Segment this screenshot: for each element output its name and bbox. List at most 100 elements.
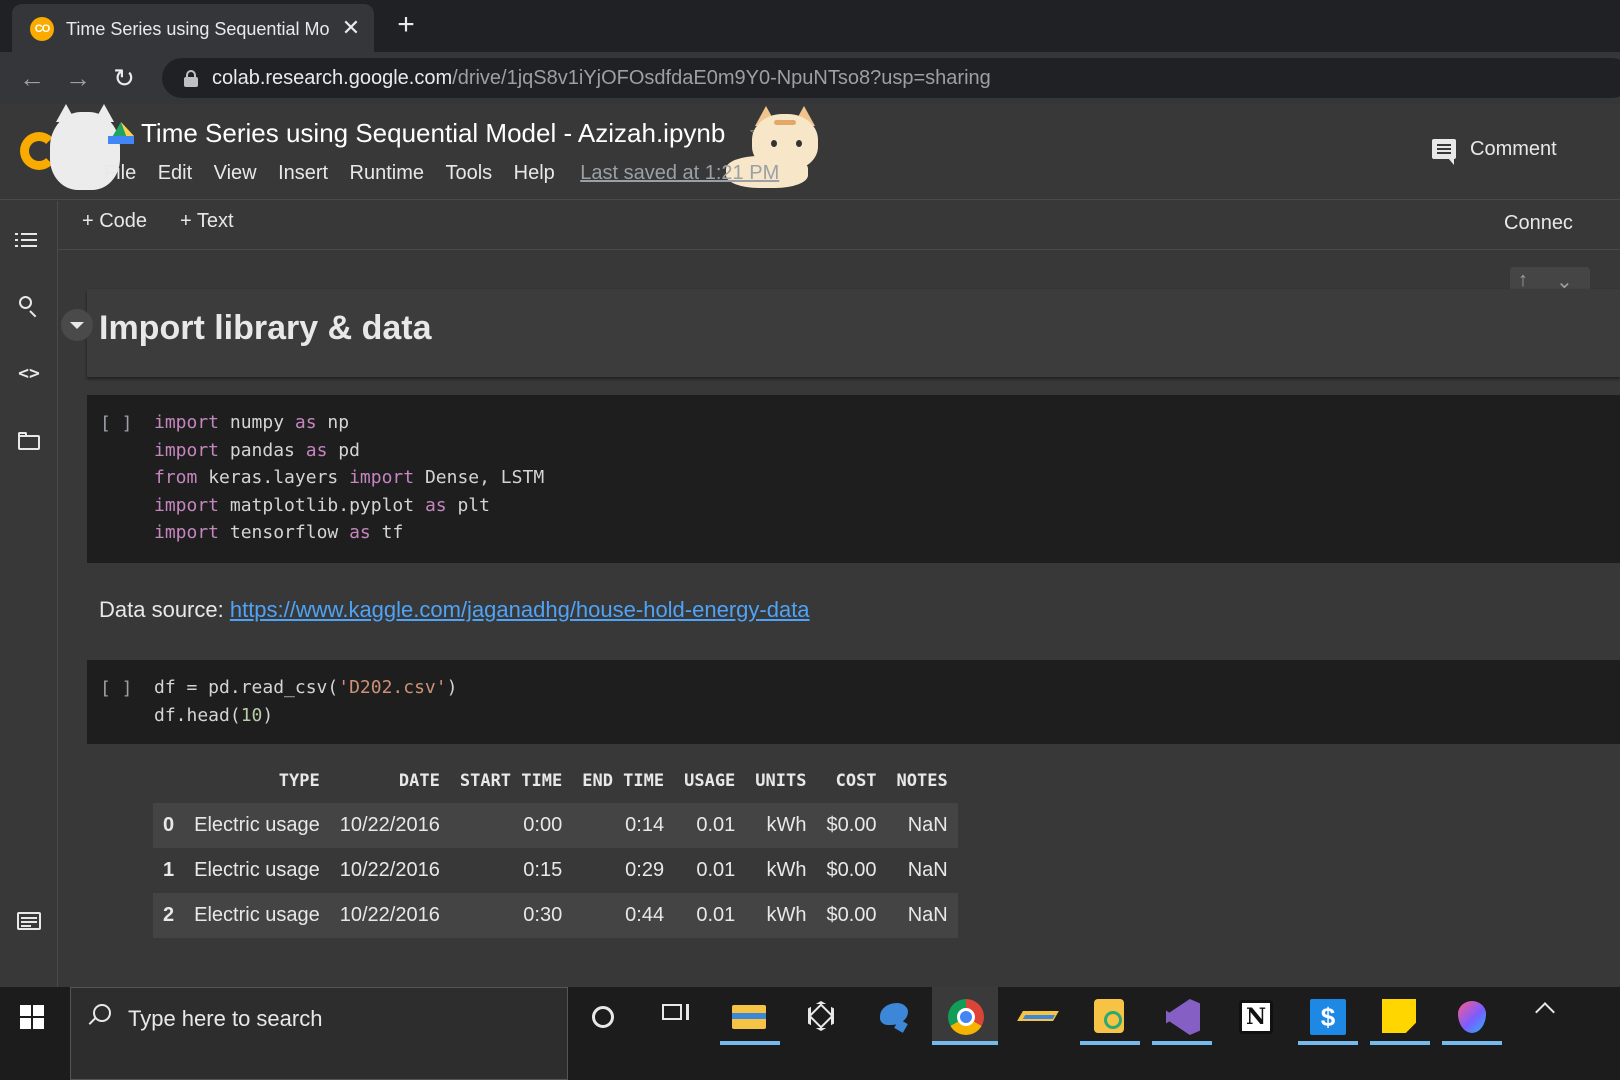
windows-start-icon[interactable] — [20, 1005, 44, 1029]
database-tool-icon[interactable] — [1090, 997, 1130, 1037]
table-row: 0 Electric usage 10/22/2016 0:00 0:14 0.… — [153, 803, 958, 848]
table-cell: $0.00 — [826, 859, 877, 881]
menu-view[interactable]: View — [214, 162, 257, 185]
colab-header: Time Series using Sequential Model - Azi… — [0, 104, 1620, 200]
data-source-link[interactable]: https://www.kaggle.com/jaganadhg/house-h… — [230, 597, 810, 622]
table-cell: kWh — [745, 803, 817, 848]
column-header: COST — [835, 771, 877, 791]
browser-tab[interactable]: CO Time Series using Sequential Mo ✕ — [12, 4, 374, 52]
comment-icon — [1432, 139, 1456, 165]
sticky-notes-icon[interactable] — [1380, 997, 1420, 1037]
data-source-label: Data source: — [99, 597, 230, 622]
column-header — [153, 759, 184, 803]
reload-icon[interactable]: ↻ — [106, 60, 142, 96]
address-bar[interactable]: colab.research.google.com/drive/1jqS8v1i… — [162, 58, 1620, 98]
run-cell-button[interactable]: [ ] — [100, 413, 133, 434]
table-cell: kWh — [745, 893, 817, 938]
google-drive-icon[interactable] — [108, 122, 134, 144]
menubar: File Edit View Insert Runtime Tools Help… — [104, 162, 779, 190]
forward-icon[interactable]: → — [60, 60, 96, 96]
folder-icon[interactable] — [15, 427, 43, 455]
menu-edit[interactable]: Edit — [158, 162, 192, 185]
run-cell-button[interactable]: [ ] — [100, 678, 133, 699]
table-cell: 0.01 — [674, 803, 746, 848]
table-of-contents-icon[interactable] — [15, 226, 43, 254]
left-sidebar: <> — [0, 201, 58, 987]
table-cell: 0:00 — [449, 803, 573, 848]
menu-help[interactable]: Help — [514, 162, 555, 185]
dataframe-output: TYPE DATE START TIME END TIME USAGE UNIT… — [153, 759, 958, 938]
row-index: 1 — [163, 859, 175, 881]
taskbar-search-box[interactable]: Type here to search — [70, 987, 568, 1080]
dolphin-app-icon[interactable] — [874, 997, 914, 1037]
column-header: NOTES — [896, 771, 948, 791]
row-index: 2 — [153, 893, 185, 938]
active-app-indicator — [1442, 1041, 1502, 1045]
code-editor[interactable]: df = pd.read_csv('D202.csv') df.head(10) — [154, 674, 457, 729]
cube-app-icon[interactable] — [802, 997, 842, 1037]
visual-studio-icon[interactable] — [1162, 997, 1202, 1037]
table-cell: Electric usage — [184, 893, 330, 938]
row-index: 0 — [153, 803, 185, 848]
color-drop-app-icon[interactable] — [1452, 997, 1492, 1037]
column-header: START TIME — [459, 771, 563, 791]
active-app-indicator — [720, 1041, 780, 1045]
table-cell: 0:44 — [572, 893, 675, 938]
table-cell: NaN — [886, 803, 958, 848]
pen-app-icon[interactable] — [1017, 997, 1059, 1037]
browser-tabstrip: CO Time Series using Sequential Mo ✕ + — [0, 0, 1620, 52]
notebook-body: ↑ ⌄ Import library & data [ ] import num… — [58, 251, 1620, 951]
file-explorer-icon[interactable] — [730, 997, 770, 1037]
column-header: END TIME — [582, 771, 665, 791]
notebook-toolbar: + Code + Text Connec — [58, 200, 1620, 250]
search-icon — [93, 1004, 111, 1022]
menu-insert[interactable]: Insert — [278, 162, 328, 185]
cortana-icon[interactable] — [592, 1006, 614, 1028]
active-app-indicator — [1152, 1041, 1212, 1045]
code-editor[interactable]: import numpy as np import pandas as pd f… — [154, 409, 544, 547]
lock-icon — [184, 70, 198, 87]
table-cell: 0:30 — [449, 893, 573, 938]
active-app-indicator — [1298, 1041, 1358, 1045]
close-tab-icon[interactable]: ✕ — [336, 13, 366, 43]
table-cell: 10/22/2016 — [339, 859, 440, 881]
dollar-app-icon[interactable]: $ — [1308, 997, 1348, 1037]
show-hidden-icons-chevron-icon[interactable] — [1535, 1002, 1555, 1022]
menu-tools[interactable]: Tools — [445, 162, 492, 185]
task-view-icon[interactable] — [658, 997, 698, 1037]
chrome-icon[interactable] — [946, 997, 986, 1037]
collapse-section-icon[interactable] — [61, 309, 93, 341]
text-cell-data-source[interactable]: Data source: https://www.kaggle.com/jaga… — [99, 597, 810, 623]
colab-favicon-icon: CO — [30, 17, 54, 41]
taskbar-search-placeholder: Type here to search — [128, 1006, 323, 1031]
add-text-button[interactable]: + Text — [180, 210, 234, 240]
notion-icon[interactable]: N — [1236, 997, 1276, 1037]
table-cell: Electric usage — [184, 803, 330, 848]
notebook-title[interactable]: Time Series using Sequential Model - Azi… — [141, 118, 725, 149]
comment-label: Comment — [1470, 138, 1557, 160]
terminal-icon[interactable] — [15, 907, 43, 935]
menu-runtime[interactable]: Runtime — [350, 162, 424, 185]
menu-file[interactable]: File — [104, 162, 136, 185]
connect-button[interactable]: Connec — [1504, 212, 1573, 235]
table-cell: $0.00 — [816, 803, 887, 848]
new-tab-button[interactable]: + — [388, 8, 424, 44]
active-app-indicator — [1370, 1041, 1430, 1045]
table-header-row: TYPE DATE START TIME END TIME USAGE UNIT… — [153, 759, 958, 803]
table-cell: $0.00 — [816, 893, 887, 938]
table-row: 2 Electric usage 10/22/2016 0:30 0:44 0.… — [153, 893, 958, 938]
browser-toolbar: ← → ↻ colab.research.google.com/drive/1j… — [0, 52, 1620, 104]
code-cell-imports[interactable]: [ ] import numpy as np import pandas as … — [87, 395, 1620, 563]
url-path: /drive/1jqS8v1iYjOFOsdfdaE0m9Y0-NpuNTso8… — [452, 67, 991, 89]
column-header: TYPE — [278, 771, 320, 791]
table-row: 1 Electric usage 10/22/2016 0:15 0:29 0.… — [153, 848, 958, 893]
url-text: colab.research.google.com/drive/1jqS8v1i… — [212, 67, 991, 90]
code-cell-read-csv[interactable]: [ ] df = pd.read_csv('D202.csv') df.head… — [87, 660, 1620, 744]
code-snippets-icon[interactable]: <> — [15, 360, 43, 388]
last-saved-link[interactable]: Last saved at 1:21 PM — [580, 162, 779, 185]
back-icon[interactable]: ← — [14, 60, 50, 96]
search-icon[interactable] — [15, 293, 43, 321]
active-app-indicator — [932, 1041, 998, 1045]
column-header: USAGE — [684, 771, 736, 791]
add-code-button[interactable]: + Code — [82, 210, 147, 240]
